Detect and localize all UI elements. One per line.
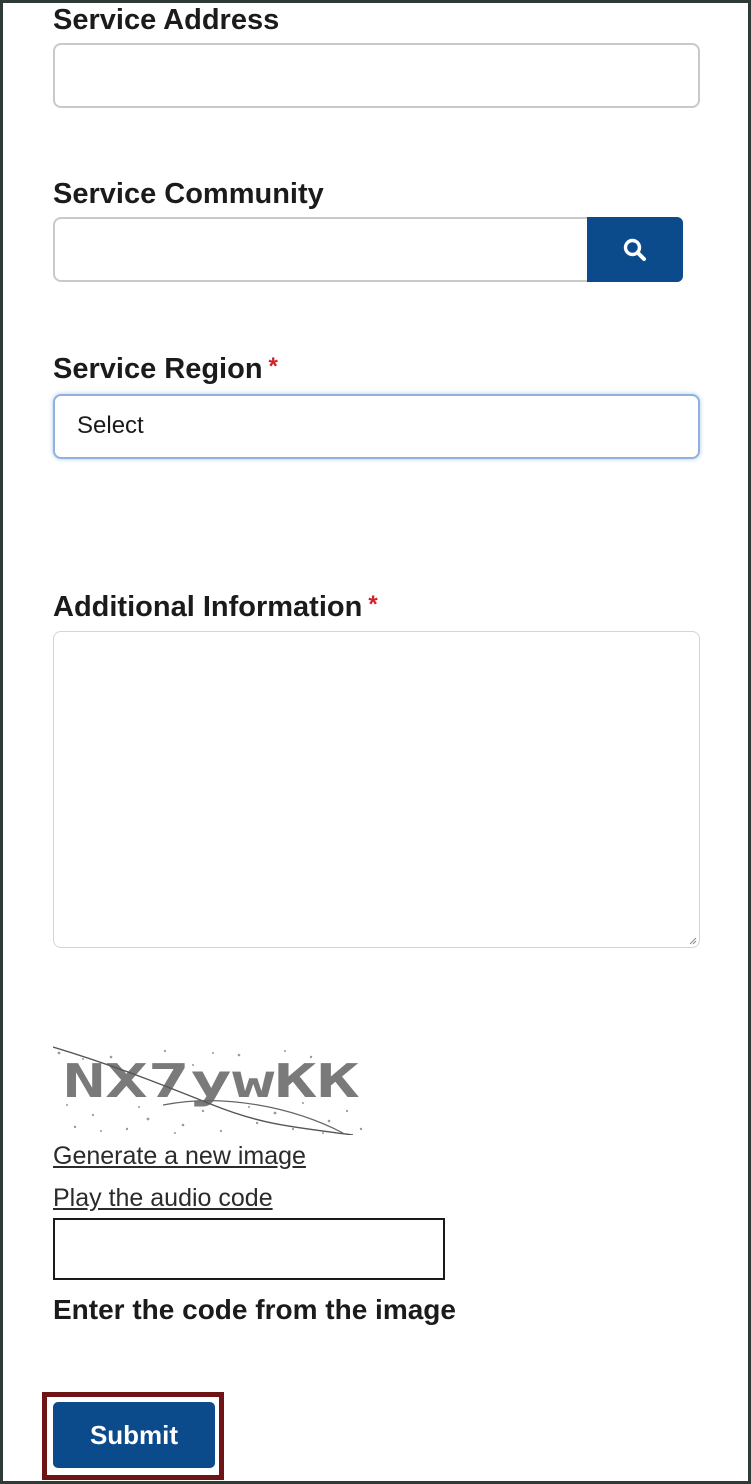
required-marker: * [268,353,278,380]
service-region-select[interactable]: Select [53,394,700,459]
service-community-label-text: Service Community [53,178,324,210]
submit-button[interactable]: Submit [53,1402,215,1468]
service-address-input[interactable] [53,43,700,108]
generate-new-image-link[interactable]: Generate a new image [53,1144,306,1169]
captcha-code-text: NX7ywKK [63,1054,359,1108]
service-address-label-text: Service Address [53,4,280,36]
captcha-instruction-text: Enter the code from the image [53,1294,456,1325]
form-page: Service Address Service Community Servic… [0,0,751,1484]
additional-info-label-text: Additional Information [53,591,363,623]
additional-info-label: Additional Information * [53,593,378,622]
captcha-code-input[interactable] [53,1218,445,1280]
service-region-label: Service Region * [53,355,278,384]
service-region-label-text: Service Region [53,353,263,385]
play-audio-code-link[interactable]: Play the audio code [53,1186,273,1211]
search-icon [623,238,646,261]
service-region-selected-value: Select [77,412,144,439]
service-community-label: Service Community [53,180,324,209]
captcha-instruction: Enter the code from the image [53,1296,456,1324]
service-community-input[interactable] [53,217,590,282]
service-address-label: Service Address [53,6,279,35]
resize-handle-icon[interactable] [689,937,697,945]
captcha-image: NX7ywKK [53,1045,369,1135]
required-marker: * [368,591,378,618]
service-community-search-button[interactable] [587,217,683,282]
additional-info-textarea[interactable] [53,631,700,948]
